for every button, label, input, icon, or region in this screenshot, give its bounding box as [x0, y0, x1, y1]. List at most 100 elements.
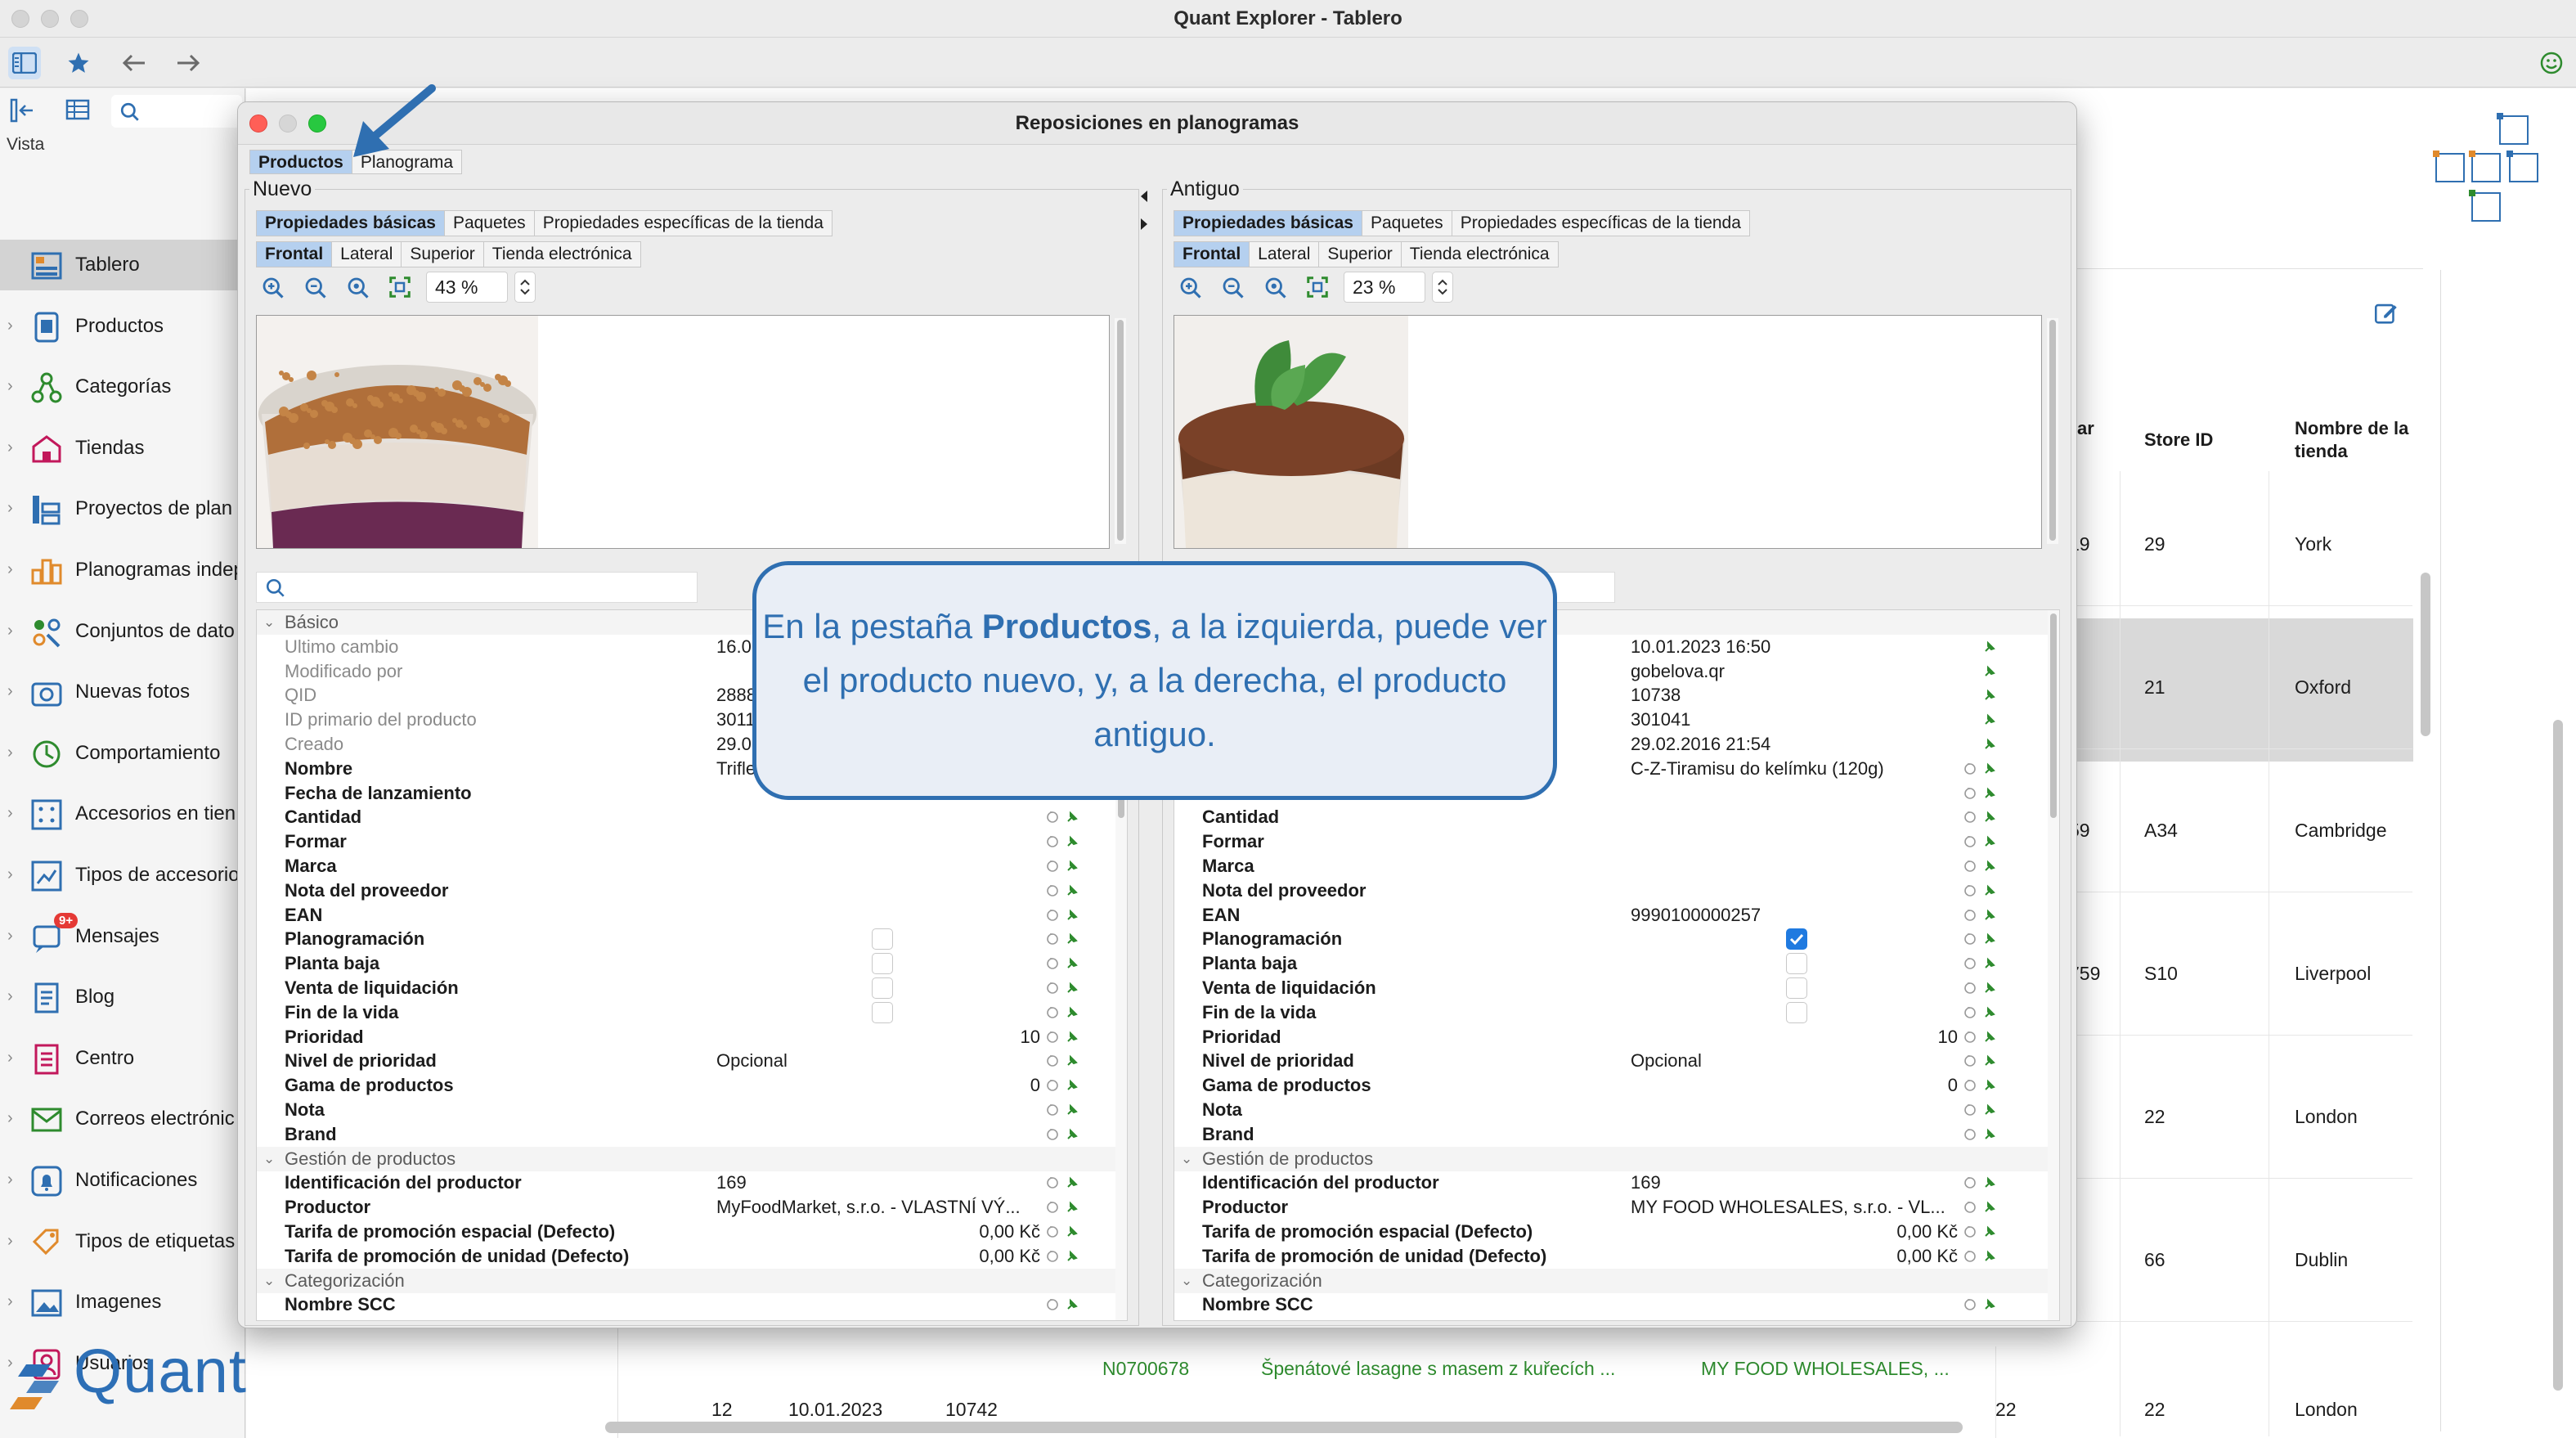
- chevron-right-icon[interactable]: ›: [7, 805, 17, 821]
- reset-value-icon[interactable]: [1963, 1297, 1977, 1312]
- pin-icon[interactable]: [1065, 1200, 1079, 1215]
- pin-icon[interactable]: [1982, 908, 1997, 923]
- pin-icon[interactable]: [1982, 737, 1997, 752]
- reset-value-icon[interactable]: [1963, 1103, 1977, 1117]
- reset-value-icon[interactable]: [1963, 834, 1977, 849]
- chevron-right-icon[interactable]: ›: [7, 988, 17, 1004]
- pin-icon[interactable]: [1982, 932, 1997, 946]
- pin-icon[interactable]: [1982, 688, 1997, 703]
- chevron-right-icon[interactable]: ›: [7, 683, 17, 699]
- reset-value-icon[interactable]: [1045, 956, 1060, 971]
- view-tab-2[interactable]: Superior: [402, 241, 484, 267]
- zoom-stepper-icon[interactable]: [1432, 272, 1453, 303]
- property-row-tarifa-espacial[interactable]: Tarifa de promoción espacial (Defecto) 0,…: [1174, 1220, 2059, 1244]
- reset-value-icon[interactable]: [1045, 908, 1060, 923]
- chevron-right-icon[interactable]: ›: [7, 1049, 17, 1066]
- pin-icon[interactable]: [1982, 640, 1997, 654]
- reset-value-icon[interactable]: [1963, 956, 1977, 971]
- view-tab-3[interactable]: Tienda electrónica: [483, 241, 641, 267]
- pin-icon[interactable]: [1982, 1054, 1997, 1068]
- reset-value-icon[interactable]: [1963, 1030, 1977, 1045]
- reset-value-icon[interactable]: [1045, 1127, 1060, 1142]
- reset-value-icon[interactable]: [1963, 1200, 1977, 1215]
- pin-icon[interactable]: [1982, 1225, 1997, 1239]
- reset-value-icon[interactable]: [1963, 1175, 1977, 1190]
- reset-value-icon[interactable]: [1045, 1200, 1060, 1215]
- view-tab-1[interactable]: Lateral: [1250, 241, 1320, 267]
- sidebar-search-input[interactable]: [111, 95, 242, 128]
- view-tab-3[interactable]: Tienda electrónica: [1401, 241, 1559, 267]
- sidebar-item-products[interactable]: › Productos: [0, 301, 245, 352]
- pin-icon[interactable]: [1065, 1054, 1079, 1068]
- sidebar-item-camera[interactable]: › Nuevas fotos: [0, 667, 245, 717]
- checkbox[interactable]: [1786, 953, 1807, 975]
- view-tab-2[interactable]: Superior: [1319, 241, 1402, 267]
- pin-icon[interactable]: [1065, 859, 1079, 874]
- pin-icon[interactable]: [1065, 1005, 1079, 1020]
- column-header-partial[interactable]: ar: [2077, 417, 2094, 440]
- horizontal-scrollbar[interactable]: [605, 1422, 1963, 1433]
- property-row-ean[interactable]: EAN 9990100000257: [1174, 903, 2059, 928]
- reset-value-icon[interactable]: [1963, 762, 1977, 776]
- reset-value-icon[interactable]: [1963, 1249, 1977, 1264]
- property-row-tarifa-unidad[interactable]: Tarifa de promoción de unidad (Defecto) 0…: [1174, 1244, 2059, 1269]
- reset-value-icon[interactable]: [1045, 1175, 1060, 1190]
- sidebar-item-planogram-projects[interactable]: › Proyectos de plan: [0, 483, 245, 534]
- pin-icon[interactable]: [1065, 1175, 1079, 1190]
- property-row-planta-baja[interactable]: Planta baja: [257, 951, 1127, 976]
- pin-icon[interactable]: [1065, 908, 1079, 923]
- favorites-star-icon[interactable]: [62, 47, 95, 79]
- sidebar-item-dashboard[interactable]: Tablero: [0, 240, 245, 290]
- reset-value-icon[interactable]: [1045, 1249, 1060, 1264]
- pin-icon[interactable]: [1982, 762, 1997, 776]
- pin-icon[interactable]: [1065, 1297, 1079, 1312]
- sidebar-toggle-icon[interactable]: [8, 47, 41, 79]
- fit-screen-icon[interactable]: [1301, 271, 1334, 303]
- property-tab-2[interactable]: Propiedades específicas de la tienda: [1452, 210, 1750, 236]
- property-row-nivel-prioridad[interactable]: Nivel de prioridad Opcional: [257, 1049, 1127, 1073]
- product-code-link[interactable]: N0700678: [1102, 1358, 1189, 1380]
- chevron-right-icon[interactable]: ›: [7, 928, 17, 944]
- page-scrollbar[interactable]: [2553, 720, 2563, 1391]
- reset-value-icon[interactable]: [1045, 1054, 1060, 1068]
- checkbox-checked[interactable]: [1786, 928, 1807, 950]
- reset-value-icon[interactable]: [1963, 810, 1977, 825]
- property-tab-0[interactable]: Propiedades básicas: [256, 210, 445, 236]
- pin-icon[interactable]: [1982, 981, 1997, 995]
- reset-value-icon[interactable]: [1045, 932, 1060, 946]
- chevron-right-icon[interactable]: ›: [7, 561, 17, 577]
- reset-value-icon[interactable]: [1045, 1005, 1060, 1020]
- property-group[interactable]: ⌄ Gestión de productos: [1174, 1146, 2059, 1171]
- property-group[interactable]: ⌄ Categorización: [257, 1268, 1127, 1293]
- property-row-prioridad[interactable]: Prioridad 10: [1174, 1025, 2059, 1049]
- property-row-brand[interactable]: Brand: [257, 1122, 1127, 1147]
- supplier-link[interactable]: MY FOOD WHOLESALES, ...: [1701, 1358, 1950, 1380]
- reset-value-icon[interactable]: [1045, 1103, 1060, 1117]
- product-name-link[interactable]: Špenátové lasagne s masem z kuřecích ...: [1261, 1358, 1615, 1380]
- pin-icon[interactable]: [1065, 956, 1079, 971]
- forward-arrow-icon[interactable]: [172, 47, 204, 79]
- property-tab-1[interactable]: Paquetes: [1362, 210, 1452, 236]
- reset-value-icon[interactable]: [1963, 1078, 1977, 1093]
- smiley-icon[interactable]: [2535, 47, 2568, 79]
- pin-icon[interactable]: [1982, 810, 1997, 825]
- property-group[interactable]: ⌄ Gestión de productos: [257, 1146, 1127, 1171]
- property-row-tarifa-unidad[interactable]: Tarifa de promoción de unidad (Defecto) 0…: [257, 1244, 1127, 1269]
- splitter-arrows-icon[interactable]: [1138, 187, 1151, 236]
- sidebar-item-stores[interactable]: › Tiendas: [0, 423, 245, 474]
- reset-value-icon[interactable]: [1963, 883, 1977, 898]
- reset-value-icon[interactable]: [1045, 883, 1060, 898]
- checkbox[interactable]: [1786, 977, 1807, 999]
- sidebar-item-planograms[interactable]: › Planogramas indep: [0, 545, 245, 595]
- pin-icon[interactable]: [1065, 981, 1079, 995]
- pin-icon[interactable]: [1982, 786, 1997, 801]
- sidebar-item-blog[interactable]: › Blog: [0, 972, 245, 1022]
- sidebar-item-images[interactable]: › Imagenes: [0, 1277, 245, 1328]
- chevron-down-icon[interactable]: ⌄: [1181, 1147, 1192, 1171]
- reset-value-icon[interactable]: [1963, 1054, 1977, 1068]
- property-row-venta-liquidacion[interactable]: Venta de liquidación: [257, 976, 1127, 1000]
- pin-icon[interactable]: [1065, 883, 1079, 898]
- zoom-in-icon[interactable]: [256, 271, 289, 303]
- vertical-scrollbar[interactable]: [2421, 573, 2430, 736]
- sidebar-item-mail[interactable]: › Correos electrónic: [0, 1094, 245, 1144]
